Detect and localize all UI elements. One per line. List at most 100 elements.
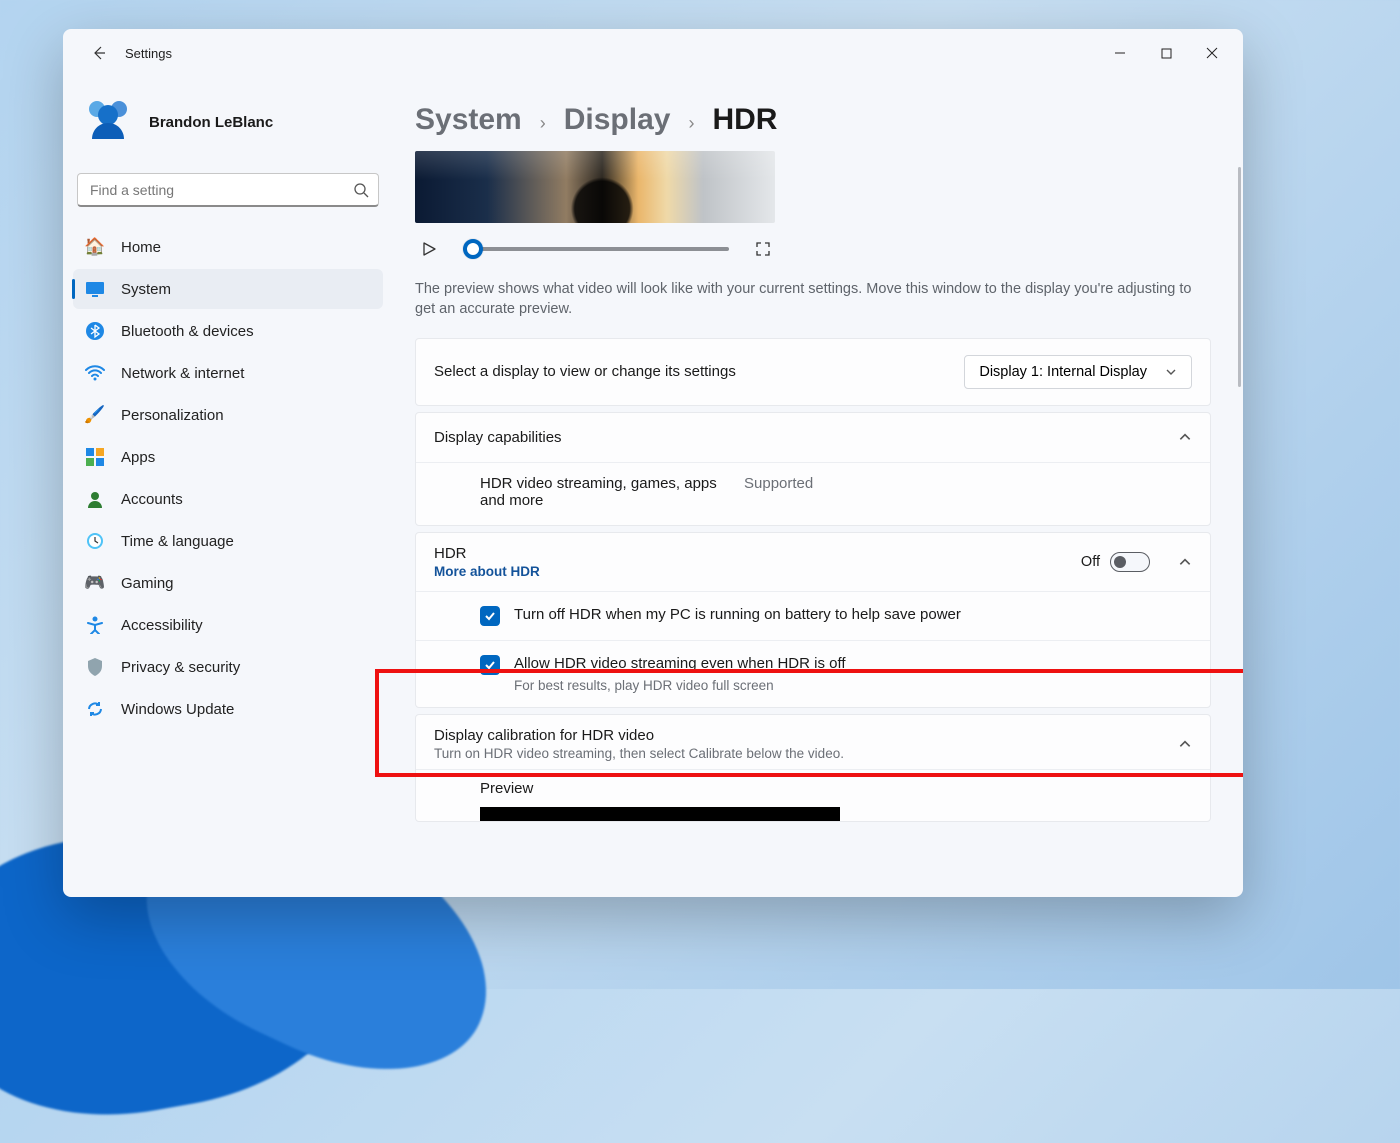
seek-slider[interactable] [463, 247, 729, 251]
close-button[interactable] [1189, 37, 1235, 69]
nav-label: Windows Update [121, 701, 234, 718]
nav-label: Accessibility [121, 617, 203, 634]
fullscreen-button[interactable] [751, 237, 775, 261]
settings-window: Settings Brandon LeBlanc [63, 29, 1243, 897]
nav-label: System [121, 281, 171, 298]
apps-icon [85, 447, 105, 467]
clock-icon [85, 531, 105, 551]
capability-key: HDR video streaming, games, apps and mor… [480, 475, 720, 509]
preview-description: The preview shows what video will look l… [415, 271, 1211, 338]
calibration-preview-image [480, 807, 840, 821]
play-button[interactable] [417, 237, 441, 261]
sidebar: Brandon LeBlanc 🏠 Home System [63, 77, 393, 897]
calibration-card: Display calibration for HDR video Turn o… [415, 714, 1211, 822]
nav-label: Accounts [121, 491, 183, 508]
nav-accessibility[interactable]: Accessibility [73, 605, 383, 645]
crumb-system[interactable]: System [415, 103, 522, 137]
accessibility-icon [85, 615, 105, 635]
display-dropdown[interactable]: Display 1: Internal Display [964, 355, 1192, 389]
calibration-header[interactable]: Display calibration for HDR video Turn o… [416, 715, 1210, 769]
titlebar: Settings [63, 29, 1243, 77]
capability-row: HDR video streaming, games, apps and mor… [416, 462, 1210, 525]
chevron-right-icon: › [688, 113, 694, 134]
nav-label: Time & language [121, 533, 234, 550]
main-content: System › Display › HDR The preview shows… [393, 77, 1243, 897]
chevron-up-icon [1178, 430, 1192, 444]
capabilities-header[interactable]: Display capabilities [416, 413, 1210, 462]
calibration-preview-row: Preview [416, 769, 1210, 821]
nav-privacy[interactable]: Privacy & security [73, 647, 383, 687]
crumb-display[interactable]: Display [564, 103, 671, 137]
display-dropdown-value: Display 1: Internal Display [979, 364, 1147, 380]
nav-system[interactable]: System [73, 269, 383, 309]
hdr-battery-label: Turn off HDR when my PC is running on ba… [514, 606, 961, 623]
nav-gaming[interactable]: 🎮 Gaming [73, 563, 383, 603]
hdr-toggle[interactable] [1110, 552, 1150, 572]
breadcrumb: System › Display › HDR [415, 77, 1211, 151]
hdr-header[interactable]: HDR More about HDR Off [416, 533, 1210, 591]
gamepad-icon: 🎮 [85, 573, 105, 593]
avatar-icon [81, 95, 135, 149]
person-icon [85, 489, 105, 509]
home-icon: 🏠 [85, 237, 105, 257]
nav-bluetooth[interactable]: Bluetooth & devices [73, 311, 383, 351]
nav-accounts[interactable]: Accounts [73, 479, 383, 519]
nav-label: Bluetooth & devices [121, 323, 254, 340]
display-select-card: Select a display to view or change its s… [415, 338, 1211, 406]
display-select-label: Select a display to view or change its s… [434, 363, 736, 380]
nav-label: Gaming [121, 575, 174, 592]
maximize-button[interactable] [1143, 37, 1189, 69]
hdr-more-link[interactable]: More about HDR [434, 564, 540, 579]
user-profile[interactable]: Brandon LeBlanc [63, 81, 393, 167]
capabilities-card: Display capabilities HDR video streaming… [415, 412, 1211, 526]
hdr-battery-row: Turn off HDR when my PC is running on ba… [416, 591, 1210, 640]
minimize-button[interactable] [1097, 37, 1143, 69]
hdr-stream-desc: For best results, play HDR video full sc… [514, 678, 846, 693]
hdr-title: HDR [434, 545, 540, 562]
hdr-card: HDR More about HDR Off [415, 532, 1211, 708]
nav-label: Home [121, 239, 161, 256]
calibration-sub: Turn on HDR video streaming, then select… [434, 746, 844, 761]
nav-label: Personalization [121, 407, 224, 424]
bluetooth-icon [85, 321, 105, 341]
capabilities-title: Display capabilities [434, 429, 562, 446]
search-icon [353, 182, 369, 198]
hdr-battery-checkbox[interactable] [480, 606, 500, 626]
nav-update[interactable]: Windows Update [73, 689, 383, 729]
slider-thumb[interactable] [463, 239, 483, 259]
user-name: Brandon LeBlanc [149, 114, 273, 131]
chevron-right-icon: › [540, 113, 546, 134]
search-input[interactable] [77, 173, 379, 207]
video-preview [415, 151, 775, 223]
capability-value: Supported [744, 475, 813, 492]
shield-icon [85, 657, 105, 677]
nav-label: Network & internet [121, 365, 244, 382]
update-icon [85, 699, 105, 719]
paint-icon: 🖌️ [85, 405, 105, 425]
nav-network[interactable]: Network & internet [73, 353, 383, 393]
nav-label: Privacy & security [121, 659, 240, 676]
calibration-preview-label: Preview [480, 780, 1192, 797]
back-icon[interactable] [91, 45, 107, 61]
calibration-title: Display calibration for HDR video [434, 727, 844, 744]
system-icon [85, 279, 105, 299]
hdr-stream-checkbox[interactable] [480, 655, 500, 675]
nav-list: 🏠 Home System Bluetooth & devices [63, 221, 393, 729]
hdr-stream-label: Allow HDR video streaming even when HDR … [514, 655, 846, 672]
chevron-down-icon [1165, 366, 1177, 378]
hdr-toggle-label: Off [1081, 554, 1100, 570]
nav-label: Apps [121, 449, 155, 466]
scrollbar[interactable] [1238, 167, 1241, 387]
wifi-icon [85, 363, 105, 383]
search-field[interactable] [77, 173, 379, 207]
chevron-up-icon [1178, 555, 1192, 569]
hdr-stream-row: Allow HDR video streaming even when HDR … [416, 640, 1210, 707]
crumb-hdr: HDR [712, 103, 777, 137]
nav-personalization[interactable]: 🖌️ Personalization [73, 395, 383, 435]
nav-time[interactable]: Time & language [73, 521, 383, 561]
chevron-up-icon [1178, 737, 1192, 751]
nav-apps[interactable]: Apps [73, 437, 383, 477]
nav-home[interactable]: 🏠 Home [73, 227, 383, 267]
video-controls [415, 223, 775, 271]
app-title: Settings [125, 46, 172, 61]
